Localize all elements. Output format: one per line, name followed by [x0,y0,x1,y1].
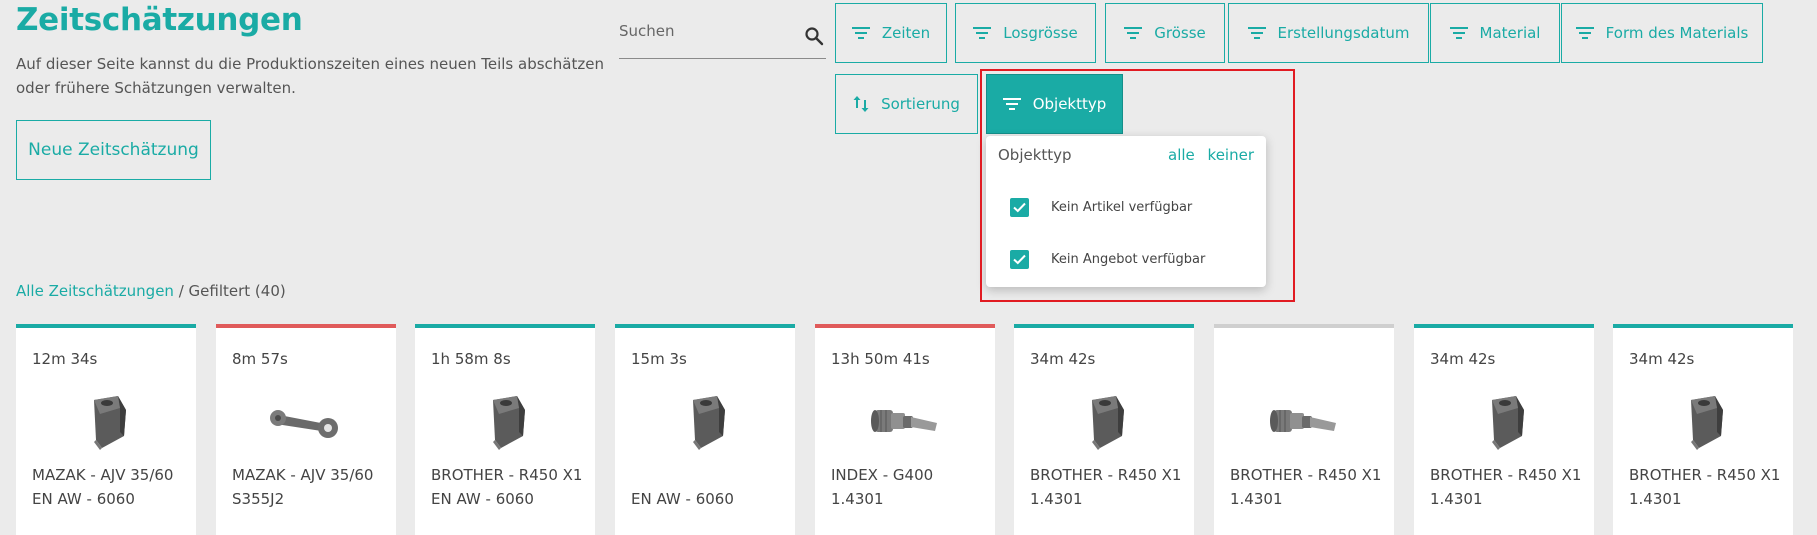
block-part-icon [1691,396,1723,450]
card-machine: BROTHER - R450 X1 [1629,466,1781,484]
card-time: 13h 50m 41s [831,350,930,368]
card-machine: INDEX - G400 [831,466,934,484]
filter-material-label: Material [1479,24,1541,42]
shaft-part-icon [1269,409,1337,433]
card-material: EN AW - 6060 [32,490,135,508]
filter-zeiten-button[interactable]: Zeiten [835,3,947,63]
dropdown-item-label: Kein Artikel verfügbar [1051,200,1193,215]
card-material: 1.4301 [1629,490,1682,508]
block-part-icon [693,396,725,450]
dropdown-item-label: Kein Angebot verfügbar [1051,252,1206,267]
card-time: 8m 57s [232,350,288,368]
block-part-icon [1092,396,1124,450]
select-all-link[interactable]: alle [1168,146,1195,164]
card-material: EN AW - 6060 [631,490,734,508]
sort-button[interactable]: Sortierung [835,74,978,134]
estimate-card[interactable]: 34m 42s BROTHER - R450 X1 1.4301 [1014,324,1194,535]
estimate-card[interactable]: BROTHER - R450 X1 1.4301 [1214,324,1394,535]
breadcrumb: Alle Zeitschätzungen / Gefiltert (40) [16,282,286,300]
filter-groesse-button[interactable]: Grösse [1105,3,1225,63]
objekttyp-dropdown: Objekttyp alle keiner Kein Artikel verfü… [986,136,1266,287]
card-time: 34m 42s [1430,350,1496,368]
filter-losgroesse-button[interactable]: Losgrösse [955,3,1096,63]
search-icon[interactable] [804,26,824,46]
card-machine: MAZAK - AJV 35/60 [32,466,174,484]
breadcrumb-root-link[interactable]: Alle Zeitschätzungen [16,282,174,300]
page-description: Auf dieser Seite kannst du die Produktio… [16,55,604,97]
filter-icon [1575,27,1594,39]
card-material: 1.4301 [831,490,884,508]
card-time: 34m 42s [1629,350,1695,368]
dropdown-item-kein-angebot[interactable]: Kein Angebot verfügbar [1010,250,1205,269]
lever-part-icon [270,410,338,438]
page-title: Zeitschätzungen [16,2,303,38]
card-machine: MAZAK - AJV 35/60 [232,466,374,484]
filter-icon [1449,27,1468,39]
card-material: S355J2 [232,490,285,508]
card-time: 34m 42s [1030,350,1096,368]
estimate-card[interactable]: 34m 42s BROTHER - R450 X1 1.4301 [1613,324,1793,535]
filter-form-button[interactable]: Form des Materials [1561,3,1763,63]
filter-losgroesse-label: Losgrösse [1003,24,1078,42]
shaft-part-icon [870,409,938,433]
sort-label: Sortierung [881,95,960,113]
sort-icon [853,96,869,112]
estimate-card[interactable]: 13h 50m 41s INDEX - G400 1.4301 [815,324,995,535]
search-input[interactable] [619,22,789,40]
estimate-card[interactable]: 15m 3s EN AW - 6060 [615,324,795,535]
card-material: 1.4301 [1230,490,1283,508]
block-part-icon [493,396,525,450]
breadcrumb-current: / Gefiltert (40) [173,282,286,300]
card-time: 1h 58m 8s [431,350,511,368]
checkbox-checked[interactable] [1010,250,1029,269]
checkbox-checked[interactable] [1010,198,1029,217]
filter-icon [1002,98,1021,110]
filter-erstellungsdatum-label: Erstellungsdatum [1277,24,1410,42]
filter-groesse-label: Grösse [1154,24,1206,42]
card-time: 15m 3s [631,350,687,368]
check-icon [1013,254,1026,265]
filter-icon [1247,27,1266,39]
card-machine: BROTHER - R450 X1 [1430,466,1582,484]
dropdown-item-kein-artikel[interactable]: Kein Artikel verfügbar [1010,198,1192,217]
filter-form-label: Form des Materials [1605,24,1749,42]
card-machine: BROTHER - R450 X1 [431,466,583,484]
dropdown-title: Objekttyp [998,146,1072,164]
block-part-icon [1492,396,1524,450]
estimate-card[interactable]: 34m 42s BROTHER - R450 X1 1.4301 [1414,324,1594,535]
filter-objekttyp-label: Objekttyp [1032,95,1107,113]
card-material: EN AW - 6060 [431,490,534,508]
card-machine: BROTHER - R450 X1 [1030,466,1182,484]
search-box [619,18,826,59]
filter-zeiten-label: Zeiten [881,24,931,42]
select-none-link[interactable]: keiner [1208,146,1254,164]
check-icon [1013,202,1026,213]
card-material: 1.4301 [1030,490,1083,508]
card-material: 1.4301 [1430,490,1483,508]
new-estimate-button[interactable]: Neue Zeitschätzung [16,120,211,180]
estimate-card[interactable]: 12m 34s MAZAK - AJV 35/60 EN AW - 6060 [16,324,196,535]
card-time: 12m 34s [32,350,98,368]
block-part-icon [94,396,126,450]
filter-icon [973,27,992,39]
card-machine: BROTHER - R450 X1 [1230,466,1382,484]
filter-icon [1124,27,1143,39]
dropdown-links: alle keiner [1160,146,1254,164]
filter-icon [851,27,870,39]
filter-erstellungsdatum-button[interactable]: Erstellungsdatum [1228,3,1429,63]
filter-objekttyp-button[interactable]: Objekttyp [986,74,1123,134]
estimate-card[interactable]: 8m 57s MAZAK - AJV 35/60 S355J2 [216,324,396,535]
filter-material-button[interactable]: Material [1430,3,1560,63]
estimate-card[interactable]: 1h 58m 8s BROTHER - R450 X1 EN AW - 6060 [415,324,595,535]
